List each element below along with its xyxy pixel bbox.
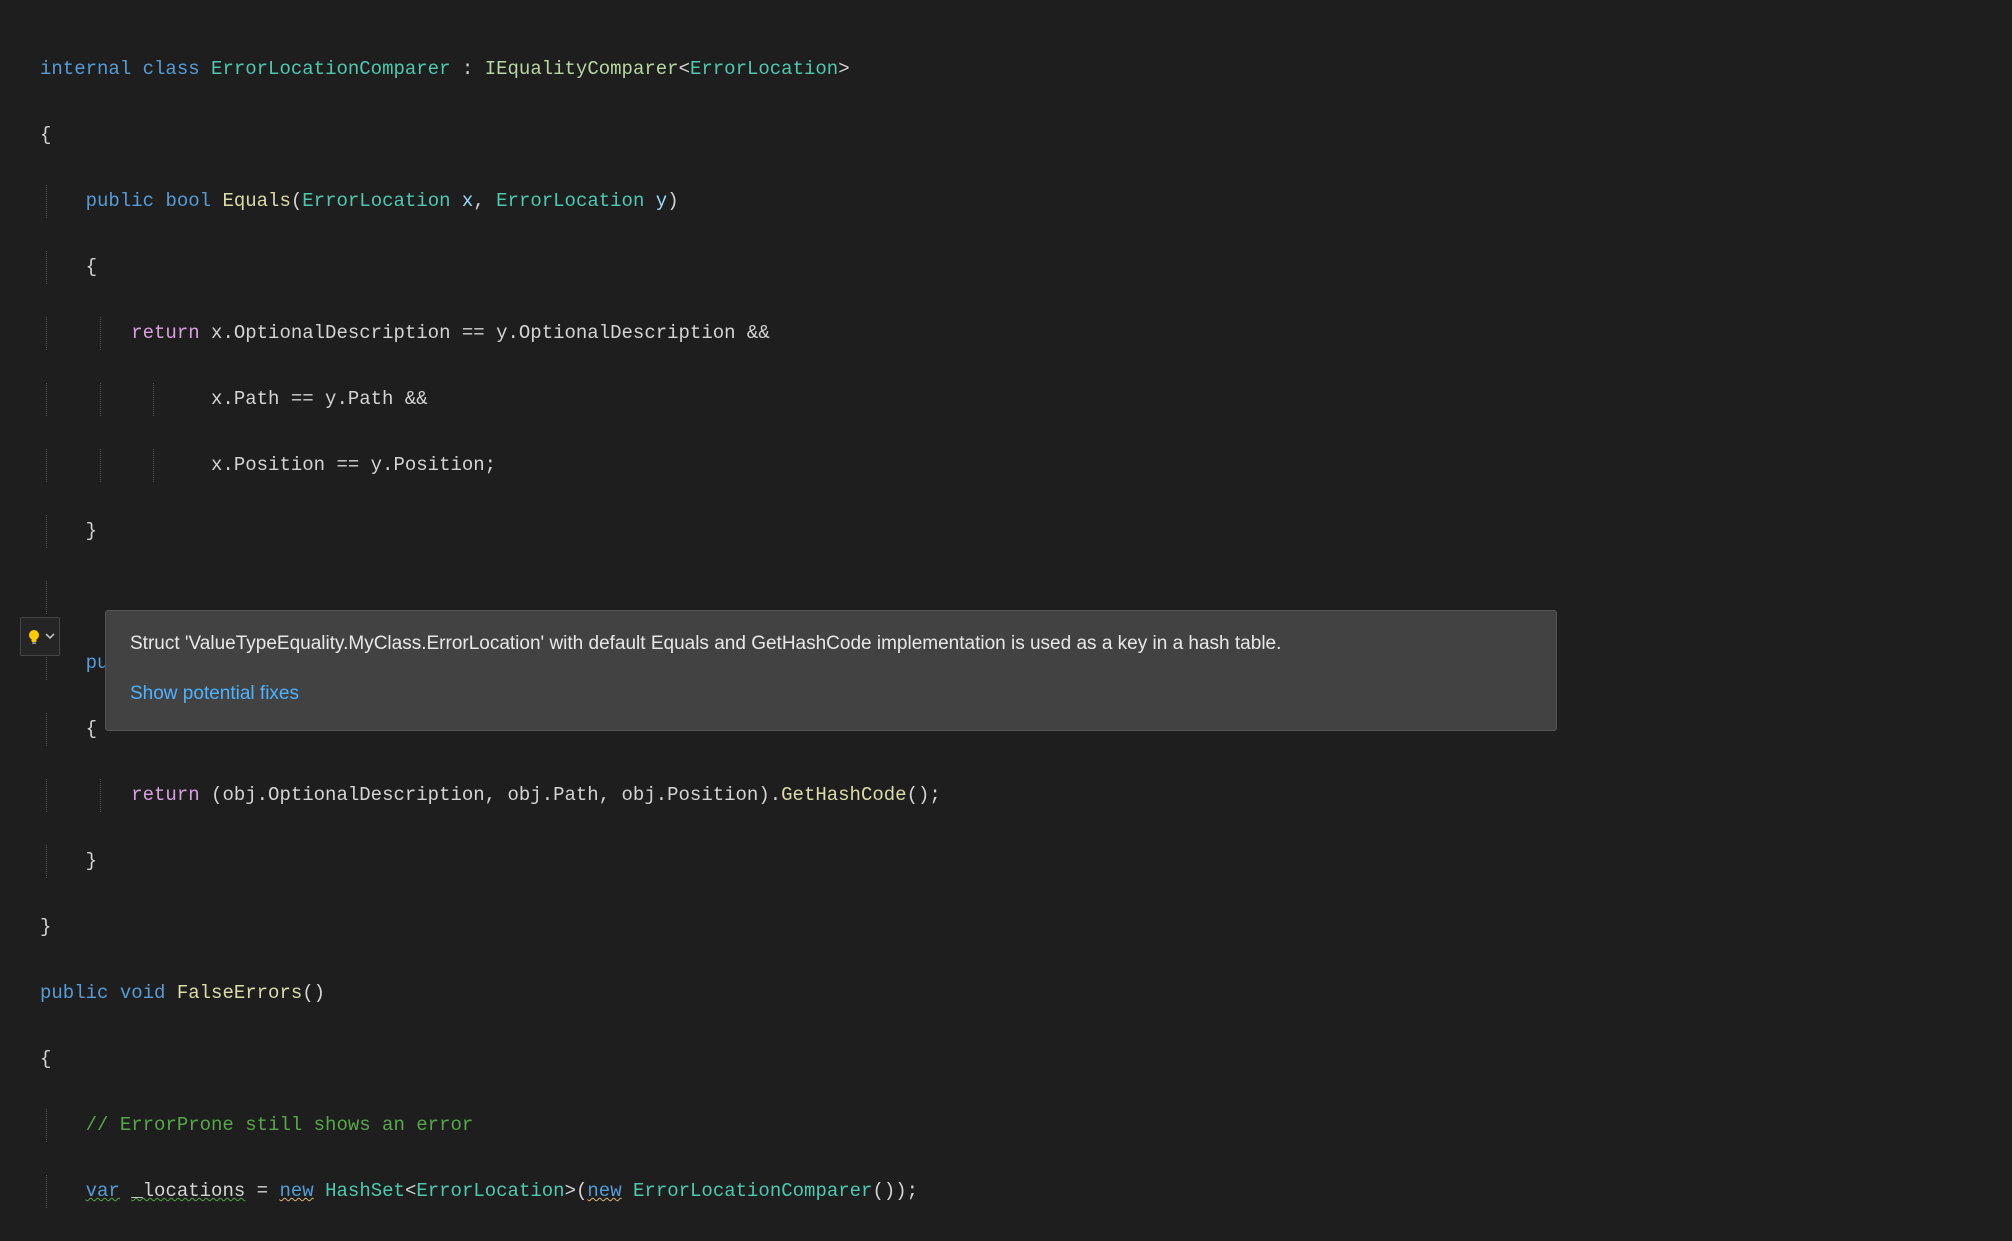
keyword-new: new bbox=[279, 1180, 313, 1202]
expr: x.Path == y.Path && bbox=[211, 388, 428, 410]
rparen: ) bbox=[667, 190, 678, 212]
keyword-bool: bool bbox=[165, 190, 211, 212]
close-brace: } bbox=[40, 916, 51, 938]
method-falseerrors: FalseErrors bbox=[177, 982, 302, 1004]
tail: ()); bbox=[872, 1180, 918, 1202]
lightbulb-icon bbox=[25, 628, 43, 646]
expr: x.OptionalDescription == y.OptionalDescr… bbox=[200, 322, 770, 344]
close-brace: } bbox=[86, 520, 97, 542]
type-hashset: HashSet bbox=[325, 1180, 405, 1202]
close-brace: } bbox=[86, 850, 97, 872]
param-y: y bbox=[644, 190, 667, 212]
type-param: ErrorLocation bbox=[690, 58, 838, 80]
type-comparer: ErrorLocationComparer bbox=[633, 1180, 872, 1202]
open-brace: { bbox=[86, 718, 97, 740]
class-name: ErrorLocationComparer bbox=[211, 58, 450, 80]
tooltip-message: Struct 'ValueTypeEquality.MyClass.ErrorL… bbox=[130, 629, 1532, 659]
keyword-return: return bbox=[131, 784, 199, 806]
keyword-internal: internal bbox=[40, 58, 131, 80]
parens: () bbox=[302, 982, 325, 1004]
diagnostic-tooltip: Struct 'ValueTypeEquality.MyClass.ErrorL… bbox=[105, 610, 1557, 731]
lt: < bbox=[679, 58, 690, 80]
colon: : bbox=[451, 58, 485, 80]
keyword-public: public bbox=[40, 982, 108, 1004]
keyword-var: var bbox=[86, 1180, 120, 1202]
open-brace: { bbox=[86, 256, 97, 278]
method-equals: Equals bbox=[222, 190, 290, 212]
type-arg: ErrorLocation bbox=[416, 1180, 564, 1202]
tail: (); bbox=[907, 784, 941, 806]
expr: x.Position == y.Position; bbox=[211, 454, 496, 476]
comma: , bbox=[473, 190, 496, 212]
param-type: ErrorLocation bbox=[496, 190, 644, 212]
param-x: x bbox=[451, 190, 474, 212]
comment: // ErrorProne still shows an error bbox=[86, 1114, 474, 1136]
keyword-new: new bbox=[587, 1180, 621, 1202]
lparen: ( bbox=[291, 190, 302, 212]
call-gethashcode: GetHashCode bbox=[781, 784, 906, 806]
quick-actions-button[interactable] bbox=[20, 617, 60, 656]
equals: = bbox=[245, 1180, 279, 1202]
show-potential-fixes-link[interactable]: Show potential fixes bbox=[130, 679, 299, 709]
expr: (obj.OptionalDescription, obj.Path, obj.… bbox=[200, 784, 782, 806]
open-brace: { bbox=[40, 1048, 51, 1070]
open-brace: { bbox=[40, 124, 51, 146]
keyword-return: return bbox=[131, 322, 199, 344]
keyword-class: class bbox=[143, 58, 200, 80]
param-type: ErrorLocation bbox=[302, 190, 450, 212]
space bbox=[120, 1180, 131, 1202]
keyword-public: public bbox=[86, 190, 154, 212]
lt: < bbox=[405, 1180, 416, 1202]
space bbox=[314, 1180, 325, 1202]
gt: > bbox=[565, 1180, 576, 1202]
lparen: ( bbox=[576, 1180, 587, 1202]
identifier-locations: _locations bbox=[131, 1180, 245, 1202]
interface-name: IEqualityComparer bbox=[485, 58, 679, 80]
chevron-down-icon bbox=[45, 620, 55, 653]
keyword-void: void bbox=[120, 982, 166, 1004]
space bbox=[622, 1180, 633, 1202]
gt: > bbox=[838, 58, 849, 80]
